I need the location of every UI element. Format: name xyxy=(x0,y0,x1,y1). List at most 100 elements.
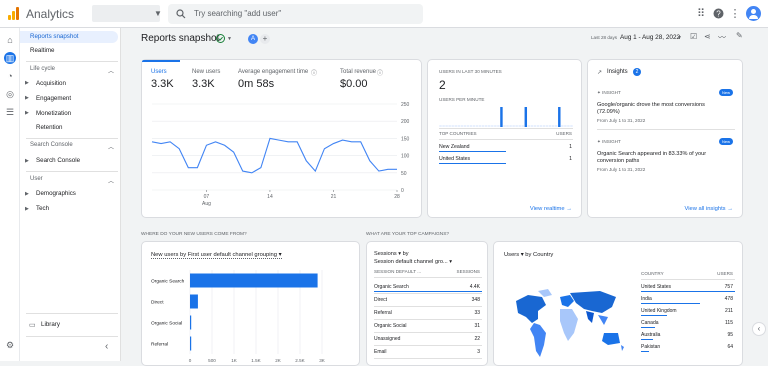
divider xyxy=(374,345,482,346)
nav-section-lifecycle[interactable]: Life cycle xyxy=(20,66,121,72)
realtime-minute-bar xyxy=(536,125,540,127)
campaign-row-name: Direct xyxy=(374,297,388,303)
insight-new-badge: New xyxy=(718,89,733,96)
realtime-minute-bar xyxy=(481,125,485,127)
view-all-insights-link[interactable]: View all insights → xyxy=(684,206,733,212)
settings-gear-icon[interactable]: ⚙ xyxy=(4,339,16,351)
realtime-minute-bar xyxy=(558,107,561,127)
channel-bar[interactable] xyxy=(190,273,318,288)
status-caret-icon[interactable]: ▼ xyxy=(227,36,232,42)
channel-dimension-selector[interactable]: New users by First user default channel … xyxy=(151,252,282,259)
insight-title[interactable]: Google/organic drove the most conversion… xyxy=(597,102,727,116)
metric-new-users-label[interactable]: New users xyxy=(192,69,220,75)
info-icon[interactable]: ⓘ xyxy=(311,68,317,77)
nav-monetization[interactable]: Monetization xyxy=(20,108,121,120)
nav-acquisition[interactable]: Acquisition xyxy=(20,78,121,90)
metric-revenue-label[interactable]: Total revenue xyxy=(340,69,376,75)
comparison-avatar[interactable]: A xyxy=(248,34,258,44)
app-title: Analytics xyxy=(26,7,75,21)
info-icon[interactable]: ⓘ xyxy=(377,68,383,77)
home-icon[interactable]: ⌂ xyxy=(4,34,16,46)
realtime-minute-bar xyxy=(451,125,454,127)
realtime-minute-bar xyxy=(564,125,567,127)
chevron-up-icon[interactable]: ︿ xyxy=(108,66,114,75)
add-comparison-icon[interactable]: + xyxy=(260,34,270,44)
collapse-chevron-left-icon[interactable]: ‹ xyxy=(105,341,108,352)
realtime-minute-bar xyxy=(567,125,570,127)
campaign-row-value: 31 xyxy=(474,323,480,329)
account-selector[interactable] xyxy=(92,5,160,22)
advertising-icon[interactable]: ◎ xyxy=(4,88,16,100)
nav-tech[interactable]: Tech xyxy=(20,203,121,215)
section-label-campaigns: WHAT ARE YOUR TOP CAMPAIGNS? xyxy=(366,232,450,237)
feedback-button[interactable]: ‹ xyxy=(752,322,766,336)
sessions-metric-selector[interactable]: Sessions ▾ by xyxy=(374,251,409,257)
edit-pencil-icon[interactable]: ✎ xyxy=(736,31,743,40)
realtime-minute-bar xyxy=(530,125,534,127)
chevron-up-icon[interactable]: ︿ xyxy=(108,176,114,185)
account-caret-icon[interactable]: ▼ xyxy=(154,9,162,18)
section-label-new-users: WHERE DO YOUR NEW USERS COME FROM? xyxy=(141,232,247,237)
check-circle-icon[interactable] xyxy=(216,34,225,43)
realtime-minute-bar xyxy=(551,125,555,127)
y-tick-label: 200 xyxy=(401,119,410,125)
realtime-minute-bar xyxy=(472,125,476,127)
y-tick-label: 150 xyxy=(401,136,410,142)
realtime-minute-bar xyxy=(555,125,558,127)
metric-users-label[interactable]: Users xyxy=(151,69,167,75)
divider xyxy=(374,277,482,278)
nav-search-console[interactable]: Search Console xyxy=(20,155,121,167)
nav-section-user[interactable]: User xyxy=(20,176,121,182)
nav-retention[interactable]: Retention xyxy=(20,122,121,134)
realtime-minute-bar xyxy=(561,125,564,127)
nav-realtime[interactable]: Realtime xyxy=(20,45,121,57)
realtime-minute-bar xyxy=(524,107,528,127)
y-tick-label: 100 xyxy=(401,154,410,160)
realtime-minute-bar xyxy=(512,125,515,127)
insight-title[interactable]: Organic Search appeared in 83.33% of you… xyxy=(597,151,727,165)
share-icon[interactable]: ⋖ xyxy=(704,32,711,41)
chevron-up-icon[interactable]: ︿ xyxy=(108,142,114,151)
date-caret-icon[interactable]: ▼ xyxy=(677,35,682,41)
channel-bar[interactable] xyxy=(190,294,198,309)
apps-grid-icon[interactable]: ⠿ xyxy=(695,8,707,20)
nav-engagement[interactable]: Engagement xyxy=(20,93,121,105)
reports-icon[interactable]: ▥ xyxy=(4,52,16,64)
country-row-name: United Kingdom xyxy=(641,308,677,314)
insight-new-badge: New xyxy=(718,138,733,145)
help-icon[interactable]: ? xyxy=(712,8,724,20)
svg-text:?: ? xyxy=(716,10,721,19)
channel-bar[interactable] xyxy=(190,315,192,330)
country-row-value: 115 xyxy=(725,320,733,326)
more-vert-icon[interactable]: ⋮ xyxy=(729,8,741,20)
date-range-picker[interactable]: Aug 1 - Aug 28, 2022 xyxy=(620,34,680,41)
campaign-row-value: 22 xyxy=(474,336,480,342)
nav-demographics[interactable]: Demographics xyxy=(20,188,121,200)
channel-bar[interactable] xyxy=(190,336,192,351)
country-row-name: Pakistan xyxy=(641,344,661,350)
profile-avatar[interactable] xyxy=(746,6,761,21)
country-row-value: 64 xyxy=(727,344,733,350)
nav-section-search-console[interactable]: Search Console xyxy=(20,142,121,148)
realtime-minute-bar xyxy=(448,125,451,127)
configure-icon[interactable]: ☰ xyxy=(4,106,16,118)
search-box[interactable]: Try searching "add user" xyxy=(168,4,423,24)
metric-engagement-label[interactable]: Average engagement time xyxy=(238,69,308,75)
realtime-minute-bar xyxy=(491,125,494,127)
explore-icon[interactable]: ◔ xyxy=(4,70,16,82)
session-dimension-selector[interactable]: Session default channel gro... ▾ xyxy=(374,259,452,265)
realtime-minute-bar xyxy=(445,125,448,127)
view-realtime-link[interactable]: View realtime → xyxy=(530,206,572,212)
reports-nav: Reports snapshot Realtime Life cycle ︿ ▶… xyxy=(20,28,121,361)
country-metric-selector[interactable]: Users ▾ by Country xyxy=(504,252,553,258)
insight-tag: ✦ INSIGHT xyxy=(597,139,621,144)
customize-report-icon[interactable]: ☑ xyxy=(690,32,697,41)
country-row-bar xyxy=(641,303,700,304)
nav-library[interactable]: Library xyxy=(20,319,121,331)
nav-reports-snapshot[interactable]: Reports snapshot xyxy=(20,31,118,43)
campaign-row-name: Email xyxy=(374,349,387,355)
insights-trend-icon[interactable]: 〰 xyxy=(718,32,726,43)
metric-engagement-value: 0m 58s xyxy=(238,78,275,90)
campaign-row-name: Referral xyxy=(374,310,392,316)
new-users-channel-card: New users by First user default channel … xyxy=(141,241,360,366)
